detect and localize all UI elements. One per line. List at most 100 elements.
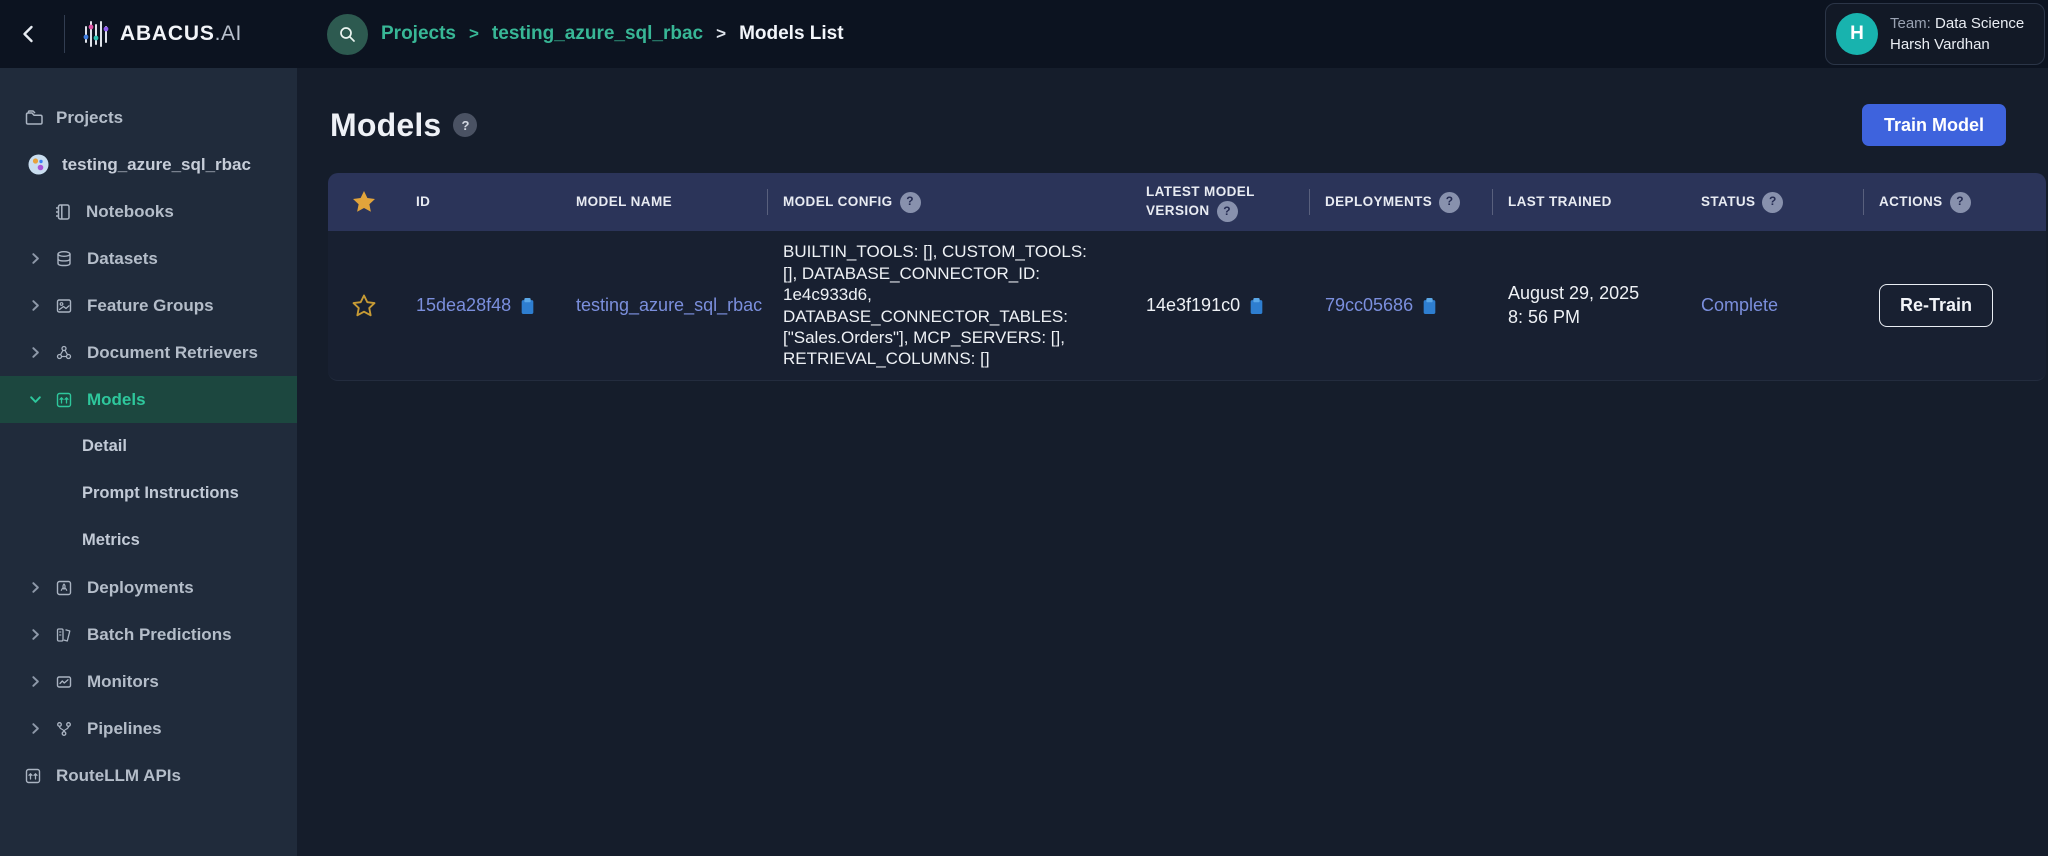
column-header-id: ID	[400, 192, 560, 212]
model-name-cell: testing_azure_sql_rbac	[560, 295, 767, 316]
latest-model-version-cell: 14e3f191c0	[1130, 295, 1309, 316]
column-header-status: STATUS?	[1685, 192, 1863, 213]
search-button[interactable]	[327, 14, 368, 55]
help-icon[interactable]: ?	[1217, 201, 1238, 222]
help-icon[interactable]: ?	[1762, 192, 1783, 213]
last-trained-cell: August 29, 2025 8: 56 PM	[1492, 282, 1685, 329]
chevron-right-icon[interactable]	[29, 722, 43, 735]
sidebar-item-label: Document Retrievers	[87, 343, 258, 363]
user-name: Harsh Vardhan	[1890, 36, 2024, 53]
sidebar-item-label: Detail	[82, 437, 127, 456]
chevron-right-icon[interactable]	[29, 628, 43, 641]
sidebar-item-prompt-instructions[interactable]: Prompt Instructions	[0, 470, 297, 517]
team-user-card[interactable]: H Team: Data Science Harsh Vardhan	[1825, 3, 2045, 65]
copy-icon[interactable]	[1249, 297, 1264, 315]
team-user-text: Team: Data Science Harsh Vardhan	[1890, 15, 2024, 53]
logo-text: ABACUS.AI	[120, 22, 242, 46]
page-title: Models	[330, 107, 441, 144]
sidebar: Projects testing_azure_sql_rbac Notebook…	[0, 68, 297, 856]
monitors-icon	[55, 673, 75, 691]
train-model-button[interactable]: Train Model	[1862, 104, 2006, 146]
sidebar-item-monitors[interactable]: Monitors	[0, 658, 297, 705]
notebook-icon	[54, 203, 74, 221]
help-icon[interactable]: ?	[1950, 192, 1971, 213]
column-header-last-trained: LAST TRAINED	[1492, 192, 1685, 212]
sidebar-item-label: Feature Groups	[87, 296, 214, 316]
star-outline-icon	[350, 292, 378, 320]
help-icon[interactable]: ?	[900, 192, 921, 213]
sidebar-item-label: Deployments	[87, 578, 194, 598]
chevron-right-icon[interactable]	[29, 346, 43, 359]
abacus-logo[interactable]: ABACUS.AI	[81, 18, 242, 50]
chevron-right-icon[interactable]	[29, 675, 43, 688]
sidebar-item-deployments[interactable]: Deployments	[0, 564, 297, 611]
chevron-down-icon[interactable]	[29, 393, 43, 406]
main-content: Models ? Train Model ID MODEL NAME MODEL…	[297, 68, 2048, 856]
chevron-right-icon[interactable]	[29, 299, 43, 312]
column-header-latest-model-version: LATEST MODEL VERSION?	[1130, 182, 1309, 223]
column-header-model-name: MODEL NAME	[560, 192, 767, 212]
favorite-column-header[interactable]	[328, 188, 400, 216]
column-header-deployments: DEPLOYMENTS?	[1309, 192, 1492, 213]
breadcrumb-project-name[interactable]: testing_azure_sql_rbac	[492, 23, 703, 45]
model-name-link[interactable]: testing_azure_sql_rbac	[576, 295, 762, 315]
team-prefix-label: Team:	[1890, 15, 1931, 32]
sidebar-item-pipelines[interactable]: Pipelines	[0, 705, 297, 752]
sidebar-item-batch-predictions[interactable]: Batch Predictions	[0, 611, 297, 658]
sidebar-item-document-retrievers[interactable]: Document Retrievers	[0, 329, 297, 376]
back-button[interactable]	[18, 23, 40, 45]
abacus-logo-icon	[81, 18, 111, 50]
copy-icon[interactable]	[1422, 297, 1437, 315]
sidebar-item-feature-groups[interactable]: Feature Groups	[0, 282, 297, 329]
team-name: Data Science	[1935, 15, 2024, 32]
feature-groups-icon	[55, 297, 75, 315]
chevron-right-icon[interactable]	[29, 581, 43, 594]
table-row: 15dea28f48 testing_azure_sql_rbac BUILTI…	[328, 231, 2046, 381]
document-retrievers-icon	[55, 344, 75, 362]
breadcrumb-projects[interactable]: Projects	[381, 23, 456, 45]
sidebar-item-label: Prompt Instructions	[82, 484, 239, 503]
breadcrumb: Projects > testing_azure_sql_rbac > Mode…	[327, 0, 844, 68]
sidebar-item-detail[interactable]: Detail	[0, 423, 297, 470]
favorite-toggle[interactable]	[328, 292, 400, 320]
breadcrumb-current-page: Models List	[739, 23, 844, 45]
sidebar-item-metrics[interactable]: Metrics	[0, 517, 297, 564]
copy-icon[interactable]	[520, 297, 535, 315]
sidebar-item-label: testing_azure_sql_rbac	[62, 155, 251, 175]
help-icon[interactable]: ?	[453, 113, 477, 137]
sidebar-item-notebooks[interactable]: Notebooks	[0, 188, 297, 235]
sidebar-item-label: Projects	[56, 108, 123, 128]
sidebar-item-datasets[interactable]: Datasets	[0, 235, 297, 282]
deployments-icon	[55, 579, 75, 597]
sidebar-item-label: Monitors	[87, 672, 159, 692]
breadcrumb-separator: >	[469, 24, 479, 44]
topbar-divider	[64, 15, 65, 53]
sidebar-item-label: Models	[87, 390, 146, 410]
sidebar-item-models[interactable]: Models	[0, 376, 297, 423]
search-icon	[338, 25, 357, 44]
breadcrumb-separator: >	[716, 24, 726, 44]
column-header-model-config: MODEL CONFIG?	[767, 192, 1130, 213]
sidebar-item-project[interactable]: testing_azure_sql_rbac	[0, 141, 297, 188]
star-filled-icon	[350, 188, 378, 216]
datasets-icon	[55, 250, 75, 268]
latest-model-version-value: 14e3f191c0	[1146, 295, 1240, 316]
project-avatar	[28, 154, 49, 175]
help-icon[interactable]: ?	[1439, 192, 1460, 213]
column-header-actions: ACTIONS?	[1863, 192, 2046, 213]
sidebar-item-projects[interactable]: Projects	[0, 94, 297, 141]
retrain-button[interactable]: Re-Train	[1879, 284, 1993, 327]
user-avatar: H	[1836, 13, 1878, 55]
chevron-right-icon[interactable]	[29, 252, 43, 265]
table-header-row: ID MODEL NAME MODEL CONFIG? LATEST MODEL…	[328, 173, 2046, 231]
models-table: ID MODEL NAME MODEL CONFIG? LATEST MODEL…	[328, 173, 2046, 381]
sidebar-item-routellm-apis[interactable]: RouteLLM APIs	[0, 752, 297, 799]
batch-predictions-icon	[55, 626, 75, 644]
model-config-cell: BUILTIN_TOOLS: [], CUSTOM_TOOLS: [], DAT…	[767, 241, 1130, 369]
sidebar-item-label: Notebooks	[86, 202, 174, 222]
status-badge: Complete	[1685, 295, 1863, 316]
deployment-id-link[interactable]: 79cc05686	[1325, 295, 1413, 316]
model-id-cell: 15dea28f48	[400, 295, 560, 316]
model-id-link[interactable]: 15dea28f48	[416, 295, 511, 316]
models-icon	[55, 391, 75, 409]
